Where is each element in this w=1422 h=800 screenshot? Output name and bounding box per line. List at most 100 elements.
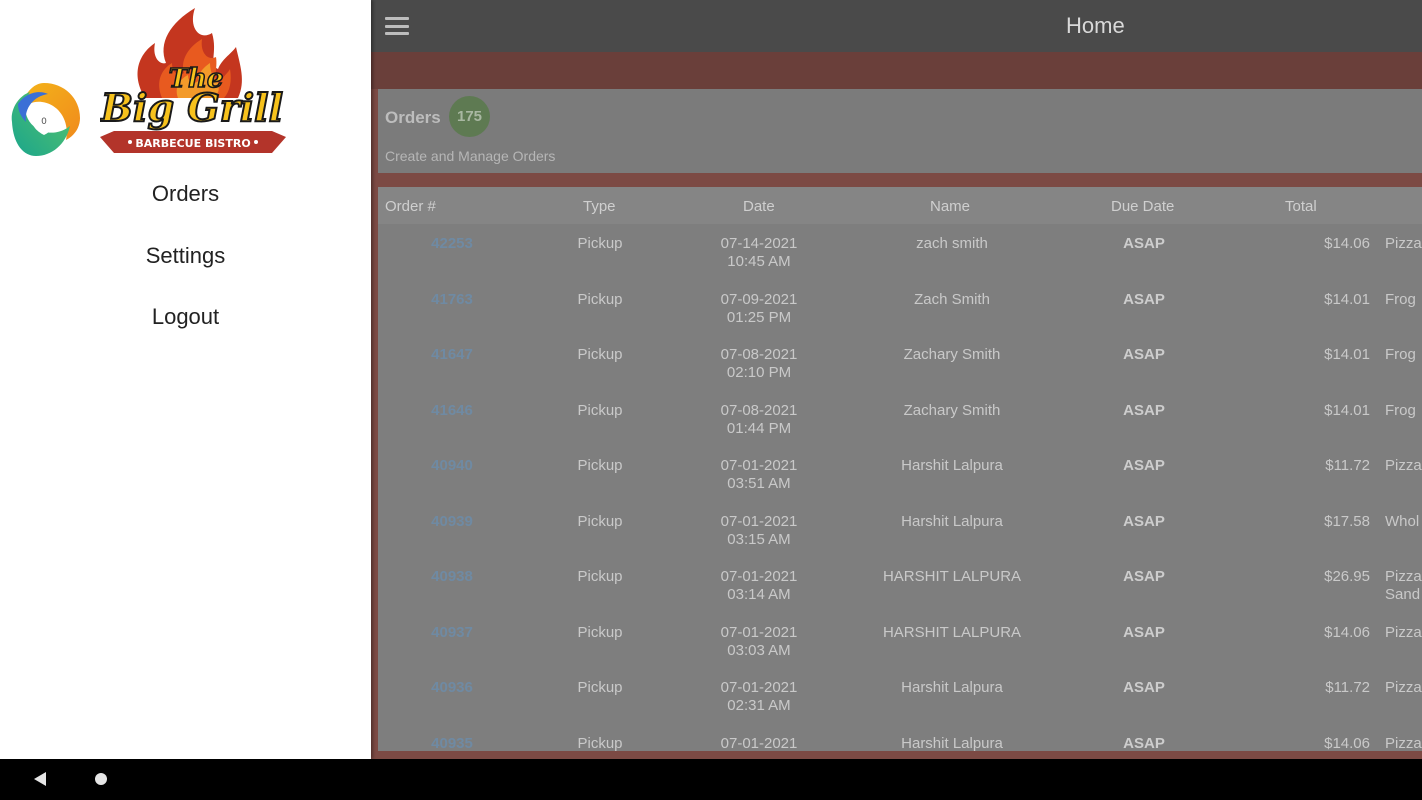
due-date: ASAP	[1123, 346, 1165, 363]
orders-count-badge: 175	[449, 96, 490, 137]
column-header-date[interactable]: Date	[743, 198, 775, 215]
order-date: 07-01-2021	[720, 457, 798, 474]
order-items: Whol	[1385, 512, 1420, 530]
order-date: 07-14-2021	[720, 235, 798, 252]
customer-name: Zachary Smith	[903, 401, 1001, 419]
order-number-link[interactable]: 41763	[431, 291, 473, 309]
order-items: Frog	[1385, 290, 1416, 308]
svg-text:Big Grill: Big Grill	[100, 85, 283, 130]
system-navigation-bar	[0, 759, 1422, 800]
order-type: Pickup	[577, 734, 623, 752]
table-row[interactable]: 40936 Pickup 07-01-2021 Harshit Lalpura ASAP…	[378, 668, 1422, 724]
order-total: $14.01	[1324, 346, 1370, 363]
order-items: Pizza	[1385, 457, 1422, 474]
order-date: 07-08-2021	[720, 346, 798, 363]
order-number-link[interactable]: 40939	[431, 513, 473, 531]
order-date: 07-01-2021	[720, 512, 798, 530]
due-date: ASAP	[1123, 623, 1165, 641]
order-type: Pickup	[577, 346, 623, 363]
order-type: Pickup	[577, 457, 623, 474]
customer-name: Zach Smith	[914, 290, 990, 308]
orders-summary-card: Orders 175 Create and Manage Orders	[378, 89, 1422, 173]
order-time: 10:45 AM	[727, 253, 791, 270]
order-total: $26.95	[1324, 568, 1370, 585]
customer-name: Harshit Lalpura	[901, 512, 1003, 530]
order-total: $11.72	[1325, 457, 1370, 474]
table-row[interactable]: 40940 Pickup 07-01-2021 Harshit Lalpura ASAP…	[378, 446, 1422, 502]
order-type: Pickup	[577, 623, 623, 641]
table-row[interactable]: 40937 Pickup 07-01-2021 HARSHIT LALPURA ASAP…	[378, 613, 1422, 669]
due-date: ASAP	[1123, 734, 1165, 752]
order-items: Pizza	[1385, 734, 1422, 752]
order-number-link[interactable]: 40940	[431, 457, 473, 475]
order-number-link[interactable]: 40937	[431, 624, 473, 642]
table-row[interactable]: 40935 Pickup 07-01-2021 Harshit Lalpura ASAP…	[378, 724, 1422, 752]
order-number-link[interactable]: 40938	[431, 568, 473, 586]
order-number-link[interactable]: 41647	[431, 346, 473, 364]
orders-heading: Orders	[385, 108, 441, 127]
table-row[interactable]: 42253 Pickup 07-14-2021 zach smith ASAP $14.0…	[378, 224, 1422, 280]
column-header-total[interactable]: Total	[1285, 198, 1317, 215]
column-header-due-date[interactable]: Due Date	[1111, 198, 1174, 215]
order-total: $14.06	[1324, 623, 1370, 641]
order-total: $11.72	[1325, 679, 1370, 696]
order-date: 07-09-2021	[720, 290, 798, 308]
order-number-link[interactable]: 40936	[431, 679, 473, 697]
order-items: Pizza	[1385, 568, 1422, 585]
order-date: 07-01-2021	[720, 623, 798, 641]
order-items: Frog	[1385, 346, 1416, 363]
order-type: Pickup	[577, 679, 623, 696]
order-number-link[interactable]: 41646	[431, 402, 473, 420]
hamburger-menu-icon[interactable]	[384, 14, 410, 38]
order-number-link[interactable]: 42253	[431, 235, 473, 253]
table-row[interactable]: 40938 Pickup 07-01-2021 HARSHIT LALPURA ASAP…	[378, 557, 1422, 613]
order-items: Pizza	[1385, 235, 1422, 252]
order-type: Pickup	[577, 512, 623, 530]
home-circle-icon[interactable]	[95, 773, 107, 785]
order-date: 07-01-2021	[720, 734, 798, 752]
customer-name: Harshit Lalpura	[901, 679, 1003, 696]
order-type: Pickup	[577, 235, 623, 252]
order-date: 07-01-2021	[720, 568, 798, 585]
nav-item-orders[interactable]: Orders	[0, 181, 371, 207]
orders-table[interactable]: Order # Type Date Name Due Date Total 42…	[378, 187, 1422, 751]
nav-item-logout[interactable]: Logout	[0, 304, 371, 330]
due-date: ASAP	[1123, 512, 1165, 530]
column-header-type[interactable]: Type	[583, 198, 616, 215]
order-date: 07-01-2021	[720, 679, 798, 696]
table-row[interactable]: 40939 Pickup 07-01-2021 Harshit Lalpura ASAP…	[378, 502, 1422, 558]
order-items: Frog	[1385, 401, 1416, 419]
order-time: 03:14 AM	[727, 586, 791, 603]
table-row[interactable]: 41763 Pickup 07-09-2021 Zach Smith ASAP $14.0…	[378, 280, 1422, 336]
order-number-link[interactable]: 40935	[431, 735, 473, 752]
due-date: ASAP	[1123, 235, 1165, 252]
table-row[interactable]: 41646 Pickup 07-08-2021 Zachary Smith ASAP $1…	[378, 391, 1422, 447]
order-total: $14.01	[1324, 290, 1370, 308]
svg-text:BARBECUE BISTRO: BARBECUE BISTRO	[135, 137, 250, 150]
order-items-line2: Sand	[1385, 586, 1421, 603]
order-time: 03:15 AM	[727, 530, 791, 548]
column-header-name[interactable]: Name	[930, 198, 970, 215]
orders-subtitle: Create and Manage Orders	[385, 148, 556, 164]
big-grill-logo: The Big Grill BARBECUE BISTRO	[100, 8, 286, 153]
order-total: $14.06	[1324, 734, 1370, 752]
order-time: 01:25 PM	[726, 308, 792, 326]
nav-item-settings[interactable]: Settings	[0, 243, 371, 269]
due-date: ASAP	[1123, 679, 1165, 696]
svg-text:0: 0	[41, 117, 47, 127]
order-total: $14.01	[1324, 401, 1370, 419]
due-date: ASAP	[1123, 401, 1165, 419]
customer-name: Harshit Lalpura	[901, 457, 1003, 474]
customer-name: Harshit Lalpura	[901, 734, 1003, 752]
order-date: 07-08-2021	[720, 401, 798, 419]
navigation-drawer: 0 The Big Grill BARBECUE BISTRO Orders S…	[0, 0, 371, 759]
customer-name: HARSHIT LALPURA	[882, 568, 1022, 585]
order-items: Pizza	[1385, 679, 1422, 696]
order-type: Pickup	[577, 290, 623, 308]
table-row[interactable]: 41647 Pickup 07-08-2021 Zachary Smith ASAP $1…	[378, 335, 1422, 391]
order-time: 03:03 AM	[727, 641, 791, 659]
column-header-order[interactable]: Order #	[385, 198, 436, 215]
order-time: 02:31 AM	[727, 697, 791, 714]
back-triangle-icon[interactable]	[34, 772, 46, 786]
due-date: ASAP	[1123, 457, 1165, 474]
